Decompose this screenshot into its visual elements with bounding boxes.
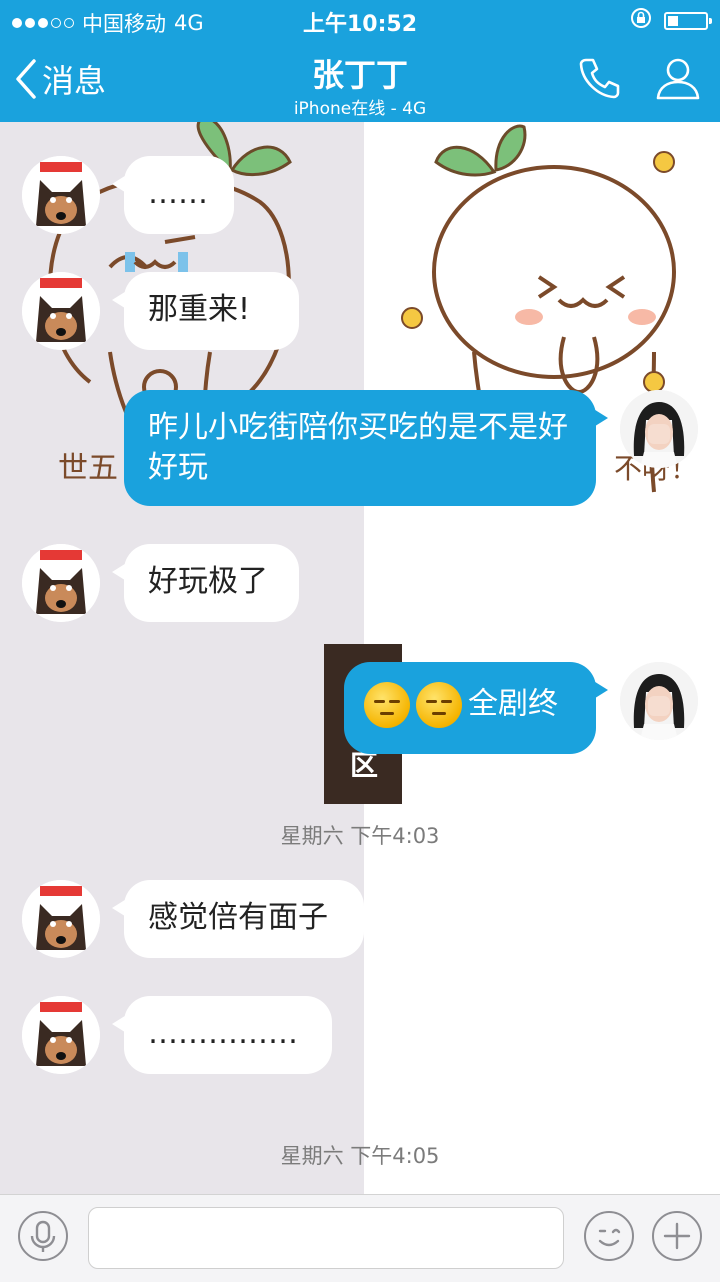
- dog-avatar-icon: [22, 544, 100, 622]
- dog-avatar-icon: [22, 272, 100, 350]
- contact-avatar[interactable]: [22, 996, 100, 1074]
- message-text: 全剧终: [468, 686, 558, 722]
- message-input[interactable]: [88, 1207, 564, 1269]
- message-bubble-outgoing[interactable]: 全剧终: [344, 662, 608, 754]
- message-bubble-incoming[interactable]: 感觉倍有面子: [112, 880, 364, 958]
- dog-avatar-icon: [22, 156, 100, 234]
- person-icon: [656, 58, 700, 100]
- voice-button[interactable]: [18, 1211, 68, 1261]
- rotation-lock-icon: [630, 7, 652, 34]
- message-bubble-incoming[interactable]: ……………: [112, 996, 332, 1074]
- message-bubble-outgoing[interactable]: 昨儿小吃街陪你买吃的是不是好好玩: [124, 390, 608, 506]
- nav-actions: [576, 54, 702, 106]
- message-bubble-incoming[interactable]: 好玩极了: [112, 544, 299, 622]
- girl-avatar-icon: [620, 662, 698, 740]
- contact-avatar[interactable]: [22, 880, 100, 958]
- contact-avatar[interactable]: [22, 272, 100, 350]
- message-timestamp: 星期六 下午4:03: [280, 824, 440, 848]
- more-button[interactable]: [652, 1211, 702, 1261]
- battery-icon: [664, 11, 712, 30]
- status-right: [630, 7, 712, 34]
- contact-avatar[interactable]: [22, 544, 100, 622]
- input-bar: [0, 1194, 720, 1282]
- smile-icon: [364, 682, 410, 728]
- emoji-button[interactable]: [584, 1211, 634, 1261]
- phone-call-button[interactable]: [576, 54, 624, 106]
- phone-icon: [579, 58, 620, 99]
- smile-icon: [416, 682, 462, 728]
- message-bubble-incoming[interactable]: 那重来!: [112, 272, 299, 350]
- message-bubble-incoming[interactable]: ……: [112, 156, 234, 234]
- message-timestamp: 星期六 下午4:05: [280, 1144, 440, 1168]
- svg-text:世五: 世五: [58, 451, 118, 486]
- microphone-icon: [30, 1220, 56, 1252]
- plus-icon: [663, 1222, 691, 1250]
- top-header: 中国移动 4G 上午10:52 消息 张丁丁 iPhone在线 - 4G: [0, 0, 720, 122]
- clock: 上午10:52: [302, 12, 418, 37]
- smiley-icon: [598, 1228, 621, 1247]
- dog-avatar-icon: [22, 880, 100, 958]
- contact-profile-button[interactable]: [654, 54, 702, 106]
- contact-avatar[interactable]: [22, 156, 100, 234]
- status-bar: 中国移动 4G 上午10:52: [0, 0, 720, 38]
- my-avatar[interactable]: [620, 390, 698, 468]
- my-avatar[interactable]: [620, 662, 698, 740]
- dog-avatar-icon: [22, 996, 100, 1074]
- girl-avatar-icon: [620, 390, 698, 468]
- chat-area[interactable]: 世五 不呀！ 区 …… 那重来! 昨儿小吃街陪你买吃的是不是好好玩 好玩极了 全…: [0, 122, 720, 1194]
